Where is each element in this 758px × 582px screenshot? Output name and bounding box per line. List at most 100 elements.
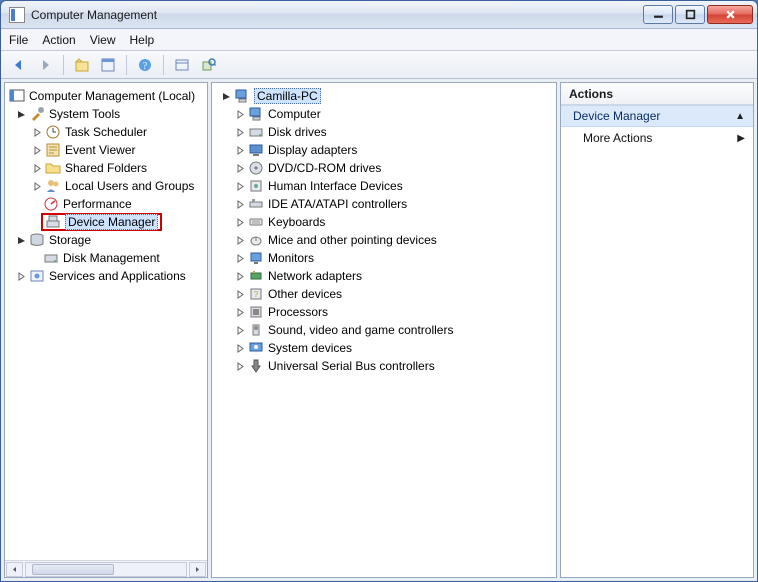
scroll-right-button[interactable] (189, 562, 206, 577)
up-button[interactable] (70, 54, 94, 76)
window-title: Computer Management (31, 8, 157, 22)
titlebar[interactable]: Computer Management (1, 1, 757, 29)
tree-disk-management[interactable]: Disk Management (5, 249, 207, 267)
menu-action[interactable]: Action (42, 33, 75, 47)
expand-icon[interactable] (234, 252, 246, 264)
highlight-box: Device Manager (41, 213, 162, 231)
device-label: Computer (268, 107, 321, 121)
device-icon (248, 214, 264, 230)
device-label: Human Interface Devices (268, 179, 403, 193)
device-tree[interactable]: Camilla-PC Computer Disk drives Display ad… (212, 83, 556, 577)
device-category[interactable]: Computer (212, 105, 556, 123)
menu-help[interactable]: Help (130, 33, 155, 47)
device-label: Mice and other pointing devices (268, 233, 437, 247)
device-icon (248, 250, 264, 266)
expand-icon[interactable] (234, 198, 246, 210)
computer-mgmt-icon (9, 88, 25, 104)
svg-text:?: ? (143, 61, 148, 72)
performance-icon (43, 196, 59, 212)
device-category[interactable]: Display adapters (212, 141, 556, 159)
properties-button[interactable] (96, 54, 120, 76)
tree-performance[interactable]: Performance (5, 195, 207, 213)
device-label: Disk drives (268, 125, 327, 139)
tree-task-scheduler[interactable]: Task Scheduler (5, 123, 207, 141)
horizontal-scrollbar[interactable] (5, 560, 207, 577)
device-category[interactable]: ?Other devices (212, 285, 556, 303)
more-actions[interactable]: More Actions ▶ (561, 127, 753, 149)
help-button[interactable]: ? (133, 54, 157, 76)
menu-file[interactable]: File (9, 33, 28, 47)
device-category[interactable]: Processors (212, 303, 556, 321)
scroll-thumb[interactable] (32, 564, 114, 575)
expand-icon[interactable] (31, 162, 43, 174)
expand-icon[interactable] (234, 144, 246, 156)
collapse-icon[interactable] (15, 108, 27, 120)
expand-icon[interactable] (234, 306, 246, 318)
device-category[interactable]: Universal Serial Bus controllers (212, 357, 556, 375)
actions-pane: Actions Device Manager ▲ More Actions ▶ (560, 82, 754, 578)
app-icon (9, 7, 25, 23)
expand-icon[interactable] (234, 216, 246, 228)
tree-shared-folders[interactable]: Shared Folders (5, 159, 207, 177)
device-category[interactable]: Network adapters (212, 267, 556, 285)
collapse-icon[interactable] (15, 234, 27, 246)
device-category[interactable]: Keyboards (212, 213, 556, 231)
expand-icon[interactable] (31, 126, 43, 138)
menu-view[interactable]: View (90, 33, 116, 47)
device-category[interactable]: Sound, video and game controllers (212, 321, 556, 339)
device-category[interactable]: Monitors (212, 249, 556, 267)
expand-icon[interactable] (15, 270, 27, 282)
tree-services-apps[interactable]: Services and Applications (5, 267, 207, 285)
device-label: Display adapters (268, 143, 357, 157)
expand-icon[interactable] (234, 360, 246, 372)
expand-icon[interactable] (31, 180, 43, 192)
expand-icon[interactable] (234, 342, 246, 354)
tree-storage[interactable]: Storage (5, 231, 207, 249)
device-category[interactable]: DVD/CD-ROM drives (212, 159, 556, 177)
device-label: Network adapters (268, 269, 362, 283)
scroll-left-button[interactable] (6, 562, 23, 577)
device-category[interactable]: Mice and other pointing devices (212, 231, 556, 249)
actions-section-label: Device Manager (573, 109, 660, 123)
expand-icon[interactable] (234, 234, 246, 246)
device-label: Processors (268, 305, 328, 319)
scope-pane: Computer Management (Local) System Tools… (4, 82, 208, 578)
expand-icon[interactable] (234, 162, 246, 174)
close-button[interactable] (707, 5, 753, 24)
expand-icon[interactable] (234, 288, 246, 300)
back-button[interactable] (7, 54, 31, 76)
expand-icon[interactable] (234, 270, 246, 282)
device-root[interactable]: Camilla-PC (212, 87, 556, 105)
expand-icon[interactable] (234, 180, 246, 192)
collapse-icon[interactable] (220, 90, 232, 102)
scroll-track[interactable] (25, 562, 187, 577)
device-icon (248, 232, 264, 248)
actions-section[interactable]: Device Manager ▲ (561, 105, 753, 127)
tree-device-manager[interactable]: Device Manager (5, 213, 207, 231)
tree-system-tools[interactable]: System Tools (5, 105, 207, 123)
device-icon (248, 178, 264, 194)
device-category[interactable]: Disk drives (212, 123, 556, 141)
device-category[interactable]: Human Interface Devices (212, 177, 556, 195)
tree-local-users[interactable]: Local Users and Groups (5, 177, 207, 195)
device-icon (248, 196, 264, 212)
tree-event-viewer[interactable]: Event Viewer (5, 141, 207, 159)
device-category[interactable]: IDE ATA/ATAPI controllers (212, 195, 556, 213)
forward-button[interactable] (33, 54, 57, 76)
device-icon (248, 106, 264, 122)
minimize-button[interactable] (643, 5, 673, 24)
tree-root[interactable]: Computer Management (Local) (5, 87, 207, 105)
expand-icon[interactable] (234, 126, 246, 138)
device-label: Monitors (268, 251, 314, 265)
scope-tree[interactable]: Computer Management (Local) System Tools… (5, 83, 207, 560)
expand-icon[interactable] (234, 108, 246, 120)
expand-icon[interactable] (234, 324, 246, 336)
maximize-button[interactable] (675, 5, 705, 24)
device-category[interactable]: System devices (212, 339, 556, 357)
expand-icon[interactable] (31, 144, 43, 156)
results-pane: Camilla-PC Computer Disk drives Display ad… (211, 82, 557, 578)
show-hide-button[interactable] (170, 54, 194, 76)
refresh-button[interactable] (196, 54, 220, 76)
folder-icon (45, 160, 61, 176)
more-actions-label: More Actions (583, 131, 652, 145)
